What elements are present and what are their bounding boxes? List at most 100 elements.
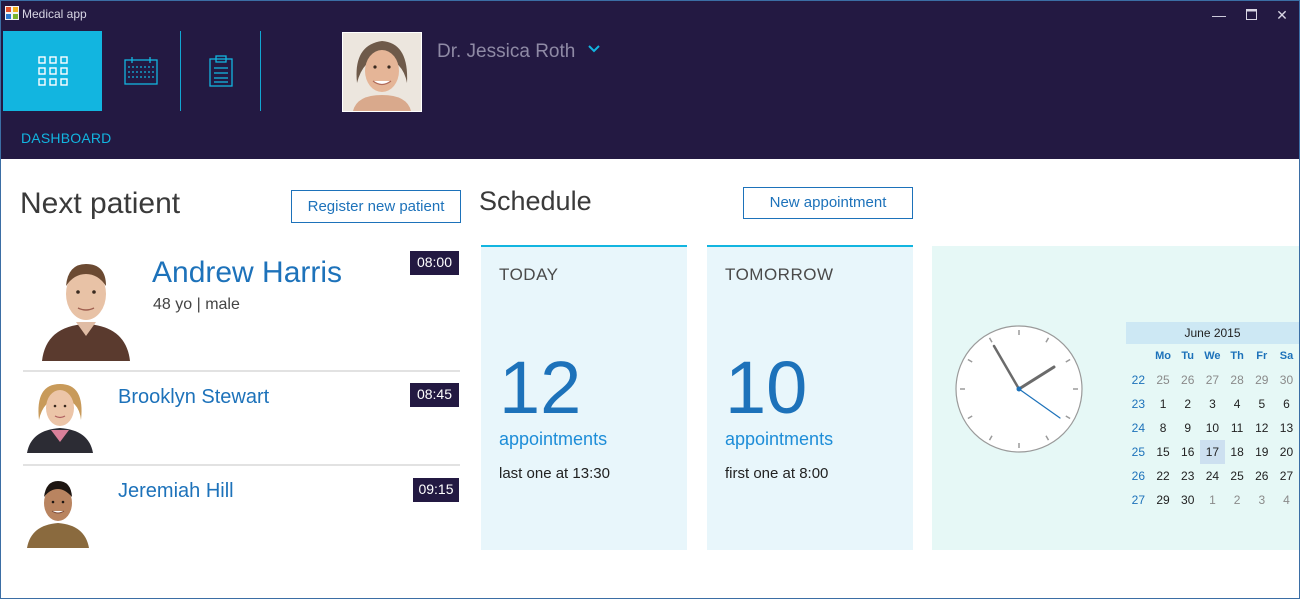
- calendar-day[interactable]: 27: [1200, 368, 1225, 392]
- calendar-day[interactable]: 1: [1200, 488, 1225, 512]
- calendar-day[interactable]: 19: [1249, 440, 1274, 464]
- calendar-day[interactable]: 4: [1225, 392, 1250, 416]
- calendar-day[interactable]: 16: [1175, 440, 1200, 464]
- calendar-day[interactable]: 9: [1175, 416, 1200, 440]
- chevron-down-icon[interactable]: [588, 41, 600, 57]
- calendar-icon: [124, 57, 158, 85]
- close-button[interactable]: ✕: [1267, 5, 1297, 25]
- calendar-week-row: 24 8 9 10 11 12 13: [1126, 416, 1299, 440]
- clipboard-icon: [209, 55, 233, 87]
- appointment-time-badge: 08:45: [410, 383, 459, 407]
- patient-avatar: [25, 380, 95, 453]
- week-number: 27: [1131, 493, 1146, 507]
- title-bar: Medical app — ✕: [1, 1, 1299, 29]
- weekday-label: Fr: [1256, 350, 1268, 362]
- section-label: DASHBOARD: [21, 130, 112, 146]
- tomorrow-card[interactable]: TOMORROW 10 appointments first one at 8:…: [707, 245, 913, 550]
- calendar-day[interactable]: 23: [1175, 464, 1200, 488]
- patient-name[interactable]: Brooklyn Stewart: [118, 386, 269, 409]
- calendar-day[interactable]: 30: [1175, 488, 1200, 512]
- new-appointment-button[interactable]: New appointment: [743, 187, 913, 219]
- weekday-label: Mo: [1155, 350, 1171, 362]
- calendar-day[interactable]: 28: [1225, 368, 1250, 392]
- calendar-week-row: 22 25 26 27 28 29 30: [1126, 368, 1299, 392]
- nav-dashboard-tile[interactable]: [3, 31, 102, 111]
- calendar-day[interactable]: 4: [1274, 488, 1299, 512]
- calendar-day[interactable]: 25: [1151, 368, 1176, 392]
- week-number: 23: [1131, 397, 1146, 411]
- week-number: 22: [1131, 373, 1146, 387]
- calendar-day[interactable]: 10: [1200, 416, 1225, 440]
- patient-photo[interactable]: [25, 380, 95, 453]
- calendar-day[interactable]: 2: [1225, 488, 1250, 512]
- maximize-button[interactable]: [1236, 5, 1266, 25]
- calendar-day[interactable]: 12: [1249, 416, 1274, 440]
- appointment-time-badge: 09:15: [413, 478, 459, 502]
- calendar-day[interactable]: 27: [1274, 464, 1299, 488]
- calendar-day[interactable]: 26: [1175, 368, 1200, 392]
- calendar-day[interactable]: 1: [1151, 392, 1176, 416]
- appointment-time-badge: 08:00: [410, 251, 459, 275]
- patient-photo[interactable]: [38, 256, 134, 361]
- week-number: 24: [1131, 421, 1146, 435]
- appointment-count: 12: [499, 346, 582, 429]
- calendar-day[interactable]: 11: [1225, 416, 1250, 440]
- doctor-photo: [343, 33, 421, 111]
- calendar-day[interactable]: 15: [1151, 440, 1176, 464]
- calendar-day[interactable]: 6: [1274, 392, 1299, 416]
- minimize-button[interactable]: —: [1204, 5, 1234, 25]
- analog-clock: [955, 325, 1083, 453]
- divider: [23, 464, 460, 466]
- calendar-day[interactable]: 5: [1249, 392, 1274, 416]
- card-title: TOMORROW: [725, 265, 834, 284]
- card-title: TODAY: [499, 265, 559, 284]
- doctor-name[interactable]: Dr. Jessica Roth: [437, 41, 575, 63]
- calendar-day-selected[interactable]: 17: [1200, 440, 1225, 464]
- schedule-heading: Schedule: [479, 186, 592, 216]
- patient-details: 48 yo | male: [153, 296, 240, 313]
- calendar-day[interactable]: 22: [1151, 464, 1176, 488]
- window-title: Medical app: [22, 7, 87, 21]
- week-number: 25: [1131, 445, 1146, 459]
- nav-separator: [180, 31, 181, 111]
- calendar-day[interactable]: 13: [1274, 416, 1299, 440]
- calendar-day[interactable]: 25: [1225, 464, 1250, 488]
- patient-photo[interactable]: [25, 475, 91, 548]
- card-unit: appointments: [499, 429, 608, 449]
- calendar-day[interactable]: 29: [1151, 488, 1176, 512]
- maximize-icon: [1245, 9, 1257, 20]
- card-note: last one at 13:30: [499, 465, 610, 482]
- register-new-patient-button[interactable]: Register new patient: [291, 190, 461, 223]
- card-note: first one at 8:00: [725, 465, 829, 482]
- divider: [23, 370, 460, 372]
- calendar-month-title[interactable]: June 2015: [1126, 322, 1299, 344]
- calendar-day[interactable]: 29: [1249, 368, 1274, 392]
- app-header: Medical app — ✕ Dr. Jessica Roth DASHBOA…: [1, 1, 1299, 159]
- calendar-week-row: 25 15 16 17 18 19 20: [1126, 440, 1299, 464]
- calendar-day[interactable]: 30: [1274, 368, 1299, 392]
- app-icon: [5, 6, 19, 20]
- doctor-avatar[interactable]: [342, 32, 422, 112]
- patient-name[interactable]: Andrew Harris: [152, 256, 342, 290]
- calendar-weekday-row: Mo Tu We Th Fr Sa: [1126, 344, 1299, 368]
- next-patient-heading: Next patient: [20, 187, 181, 220]
- calendar-day[interactable]: 3: [1249, 488, 1274, 512]
- nav-calendar-tile[interactable]: [102, 31, 180, 111]
- calendar-day[interactable]: 20: [1274, 440, 1299, 464]
- weekday-label: Th: [1230, 350, 1244, 362]
- month-calendar[interactable]: June 2015 Mo Tu We Th Fr Sa 22 25 26 27 …: [1126, 322, 1299, 512]
- weekday-label: We: [1204, 350, 1221, 362]
- calendar-day[interactable]: 2: [1175, 392, 1200, 416]
- patient-avatar: [38, 256, 134, 361]
- calendar-day[interactable]: 24: [1200, 464, 1225, 488]
- nav-clipboard-tile[interactable]: [182, 31, 260, 111]
- calendar-week-row: 26 22 23 24 25 26 27: [1126, 464, 1299, 488]
- today-card[interactable]: TODAY 12 appointments last one at 13:30: [481, 245, 687, 550]
- calendar-day[interactable]: 26: [1249, 464, 1274, 488]
- patient-name[interactable]: Jeremiah Hill: [118, 480, 234, 503]
- calendar-day[interactable]: 8: [1151, 416, 1176, 440]
- calendar-day[interactable]: 18: [1225, 440, 1250, 464]
- app-window: Medical app — ✕ Dr. Jessica Roth DASHBOA…: [0, 0, 1300, 599]
- calendar-day[interactable]: 3: [1200, 392, 1225, 416]
- dashboard-icon: [37, 56, 68, 86]
